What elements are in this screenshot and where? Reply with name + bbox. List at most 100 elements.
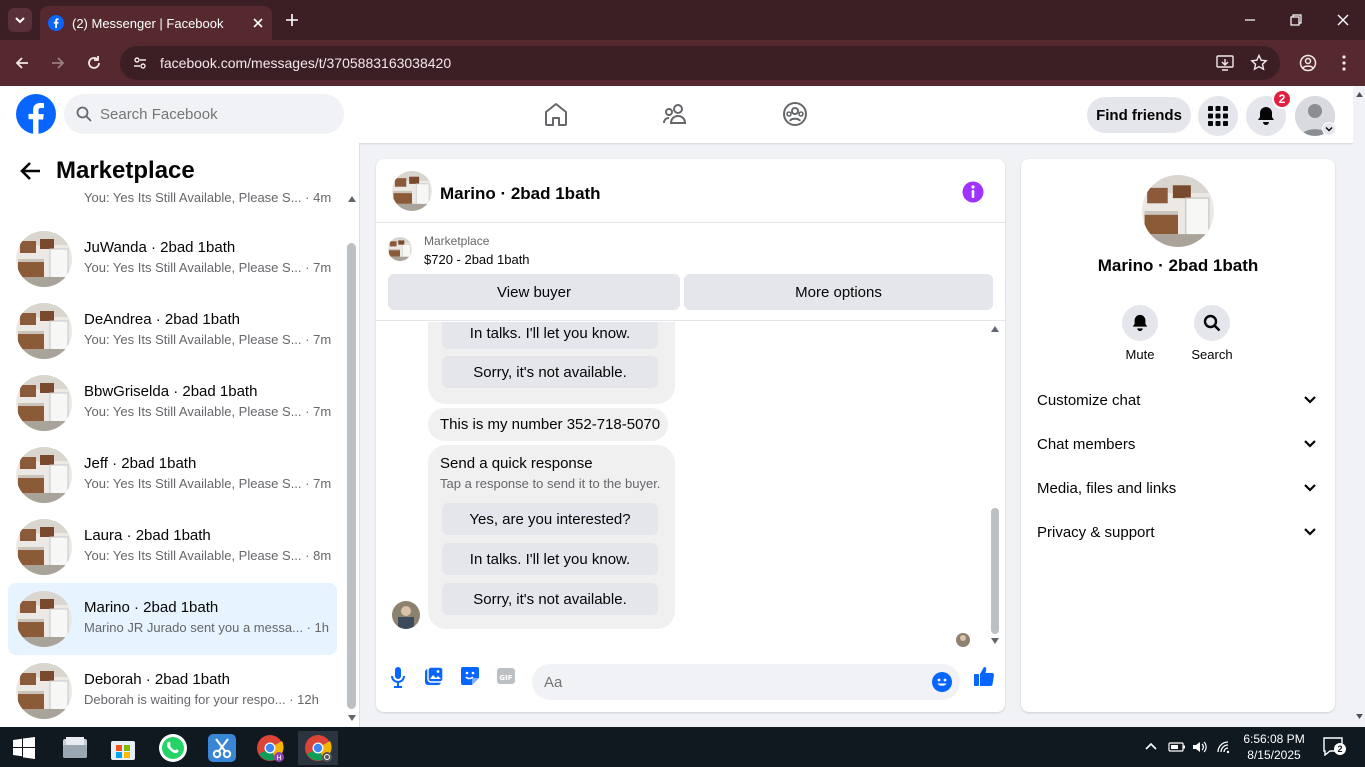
volume-icon[interactable] <box>1192 740 1208 754</box>
chat-avatar[interactable] <box>392 171 432 211</box>
message-input-box[interactable] <box>532 664 960 700</box>
search-in-conversation-button[interactable]: Search <box>1182 305 1242 362</box>
scroll-down-icon[interactable] <box>991 638 999 644</box>
view-buyer-button[interactable]: View buyer <box>388 274 680 310</box>
forward-button[interactable] <box>46 51 70 75</box>
bookmark-star-icon[interactable] <box>1250 54 1268 72</box>
url-text[interactable]: facebook.com/messages/t/3705883163038420 <box>160 55 451 71</box>
quick-response-card-previous: In talks. I'll let you know. Sorry, it's… <box>428 322 675 404</box>
chat-title[interactable]: Marino · 2bad 1bath <box>440 184 601 204</box>
facebook-favicon-icon <box>48 15 64 31</box>
mute-label: Mute <box>1125 347 1155 362</box>
customize-chat-section[interactable]: Customize chat <box>1029 378 1327 422</box>
conversation-item[interactable]: DeAndrea · 2bad 1bath You: Yes Its Still… <box>8 295 337 367</box>
quick-reply-button[interactable]: Sorry, it's not available. <box>442 583 658 615</box>
new-tab-button[interactable] <box>282 10 302 30</box>
battery-icon[interactable] <box>1168 741 1186 753</box>
scroll-up-icon[interactable] <box>1356 92 1363 97</box>
info-icon[interactable] <box>962 181 984 203</box>
home-icon[interactable] <box>543 101 569 127</box>
chevron-down-icon <box>1304 440 1316 448</box>
conversation-item[interactable]: Jeff · 2bad 1bath You: Yes Its Still Ava… <box>8 439 337 511</box>
restore-button[interactable] <box>1284 8 1308 32</box>
browser-tab-messenger[interactable]: (2) Messenger | Facebook <box>40 6 272 40</box>
thread-scroll-thumb[interactable] <box>991 508 999 634</box>
address-bar[interactable]: facebook.com/messages/t/3705883163038420 <box>120 46 1280 80</box>
chrome-active-button[interactable] <box>298 731 338 765</box>
back-arrow-icon[interactable] <box>20 161 42 181</box>
details-avatar <box>1142 175 1214 247</box>
whatsapp-button[interactable] <box>153 731 193 765</box>
tab-search-button[interactable] <box>8 8 32 32</box>
gif-icon[interactable]: GIF <box>496 666 516 686</box>
conversation-item[interactable]: Laura · 2bad 1bath You: Yes Its Still Av… <box>8 511 337 583</box>
reload-button[interactable] <box>82 51 106 75</box>
scroll-up-icon[interactable] <box>348 196 356 202</box>
conversation-item[interactable]: Deborah · 2bad 1bath Deborah is waiting … <box>8 655 337 727</box>
menu-button[interactable] <box>1198 96 1238 136</box>
friends-icon[interactable] <box>663 101 689 127</box>
account-caret[interactable] <box>1322 122 1336 136</box>
browser-profile-button[interactable] <box>1296 51 1320 75</box>
sidebar-scroll-thumb[interactable] <box>347 243 356 709</box>
media-files-links-section[interactable]: Media, files and links <box>1029 466 1327 510</box>
facebook-header: Find friends 2 <box>0 86 1353 143</box>
scroll-down-icon[interactable] <box>348 715 356 721</box>
quick-reply-button[interactable]: Sorry, it's not available. <box>442 356 658 388</box>
bell-icon <box>1132 314 1148 332</box>
chat-members-section[interactable]: Chat members <box>1029 422 1327 466</box>
site-info-icon[interactable] <box>132 55 148 71</box>
windows-logo-icon <box>13 737 35 759</box>
chrome-profile-h-button[interactable]: H <box>250 731 290 765</box>
minimize-button[interactable] <box>1238 8 1262 32</box>
chevron-up-icon[interactable] <box>1145 741 1157 751</box>
conversation-item-active[interactable]: Marino · 2bad 1bath Marino JR Jurado sen… <box>8 583 337 655</box>
install-app-icon[interactable] <box>1216 54 1234 72</box>
quick-reply-button[interactable]: In talks. I'll let you know. <box>442 322 658 349</box>
conversation-list[interactable]: You: Yes Its Still Available, Please S..… <box>0 143 346 727</box>
message-bubble: This is my number 352-718-5070 <box>428 408 668 441</box>
quick-reply-button[interactable]: In talks. I'll let you know. <box>442 543 658 575</box>
search-label: Search <box>1191 347 1233 362</box>
emoji-icon[interactable] <box>932 672 952 692</box>
privacy-support-section[interactable]: Privacy & support <box>1029 510 1327 554</box>
browser-menu-button[interactable] <box>1332 51 1356 75</box>
scissors-icon <box>208 734 236 762</box>
quick-reply-button[interactable]: Yes, are you interested? <box>442 503 658 535</box>
conversation-item[interactable]: JuWanda · 2bad 1bath You: Yes Its Still … <box>8 223 337 295</box>
listing-title[interactable]: $720 - 2bad 1bath <box>424 252 530 267</box>
notification-center-button[interactable]: 2 <box>1322 736 1348 758</box>
facebook-search-box[interactable] <box>64 94 344 134</box>
conversation-preview: You: Yes Its Still Available, Please S..… <box>84 190 332 205</box>
listing-thumbnail <box>16 303 72 359</box>
sender-avatar[interactable] <box>392 601 420 629</box>
microphone-icon[interactable] <box>390 666 406 688</box>
chat-panel: Marino · 2bad 1bath Marketplace $720 - 2… <box>376 159 1005 712</box>
back-button[interactable] <box>10 51 34 75</box>
conversation-item[interactable]: BbwGriselda · 2bad 1bath You: Yes Its St… <box>8 367 337 439</box>
chevron-down-icon <box>1304 528 1316 536</box>
scroll-down-icon[interactable] <box>1356 714 1363 719</box>
start-button[interactable] <box>4 731 44 765</box>
facebook-search-input[interactable] <box>100 105 320 123</box>
photo-icon[interactable] <box>424 666 444 686</box>
clock-date: 8/15/2025 <box>1247 748 1301 762</box>
store-button[interactable] <box>103 731 143 765</box>
scroll-up-icon[interactable] <box>991 326 999 332</box>
file-explorer-button[interactable] <box>55 731 95 765</box>
more-options-button[interactable]: More options <box>684 274 993 310</box>
message-thread[interactable]: In talks. I'll let you know. Sorry, it's… <box>376 322 1005 652</box>
find-friends-button[interactable]: Find friends <box>1087 97 1191 133</box>
facebook-logo-icon[interactable] <box>16 94 56 134</box>
page-scrollbar[interactable] <box>1353 86 1365 727</box>
close-window-button[interactable] <box>1331 8 1355 32</box>
sticker-icon[interactable] <box>460 666 480 686</box>
wifi-icon[interactable] <box>1216 740 1232 754</box>
like-thumb-icon[interactable] <box>973 665 995 687</box>
system-clock[interactable]: 6:56:08 PM 8/15/2025 <box>1236 731 1312 763</box>
snipping-tool-button[interactable] <box>202 731 242 765</box>
groups-icon[interactable] <box>782 101 808 127</box>
mute-button[interactable]: Mute <box>1110 305 1170 362</box>
close-tab-icon[interactable] <box>252 17 264 29</box>
message-input[interactable] <box>544 673 914 691</box>
